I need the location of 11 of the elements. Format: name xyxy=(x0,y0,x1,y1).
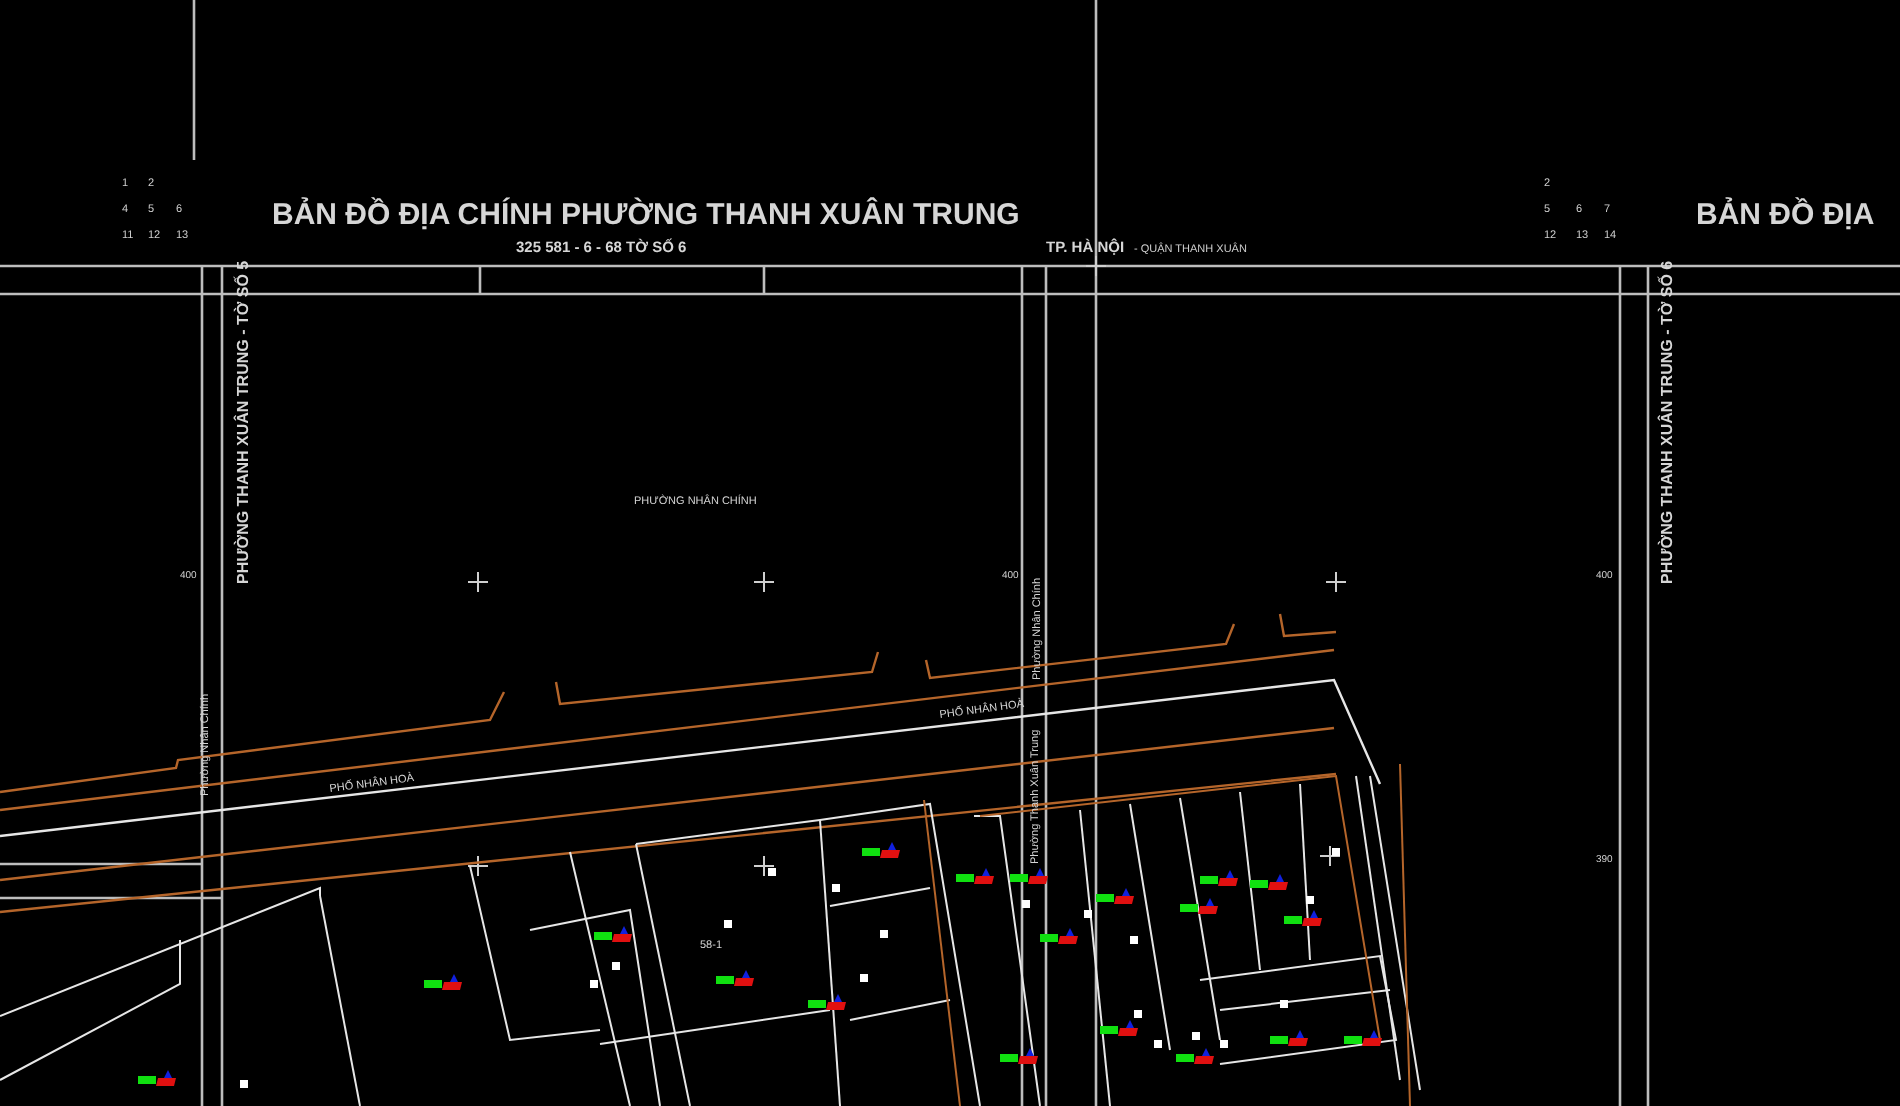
grid-cross-icon xyxy=(1319,845,1341,867)
adjacent-sheet-label: PHƯỜNG THANH XUÂN TRUNG - TỜ SỐ 6 xyxy=(1658,260,1676,584)
map-title: BẢN ĐỒ ĐỊA CHÍNH PHƯỜNG THANH XUÂN TRUNG xyxy=(272,198,1020,232)
grid-cross-icon xyxy=(753,855,775,877)
grid-cross-icon xyxy=(467,571,489,593)
adjacent-sheet-label: PHƯỜNG THANH XUÂN TRUNG - TỜ SỐ 5 xyxy=(234,260,252,584)
grid-cross-icon xyxy=(467,855,489,877)
grid-cross-icon xyxy=(1325,571,1347,593)
grid-cross-icon xyxy=(753,571,775,593)
grid-cross-icon xyxy=(1085,255,1107,277)
map-title: BẢN ĐỒ ĐỊA xyxy=(1696,198,1875,232)
